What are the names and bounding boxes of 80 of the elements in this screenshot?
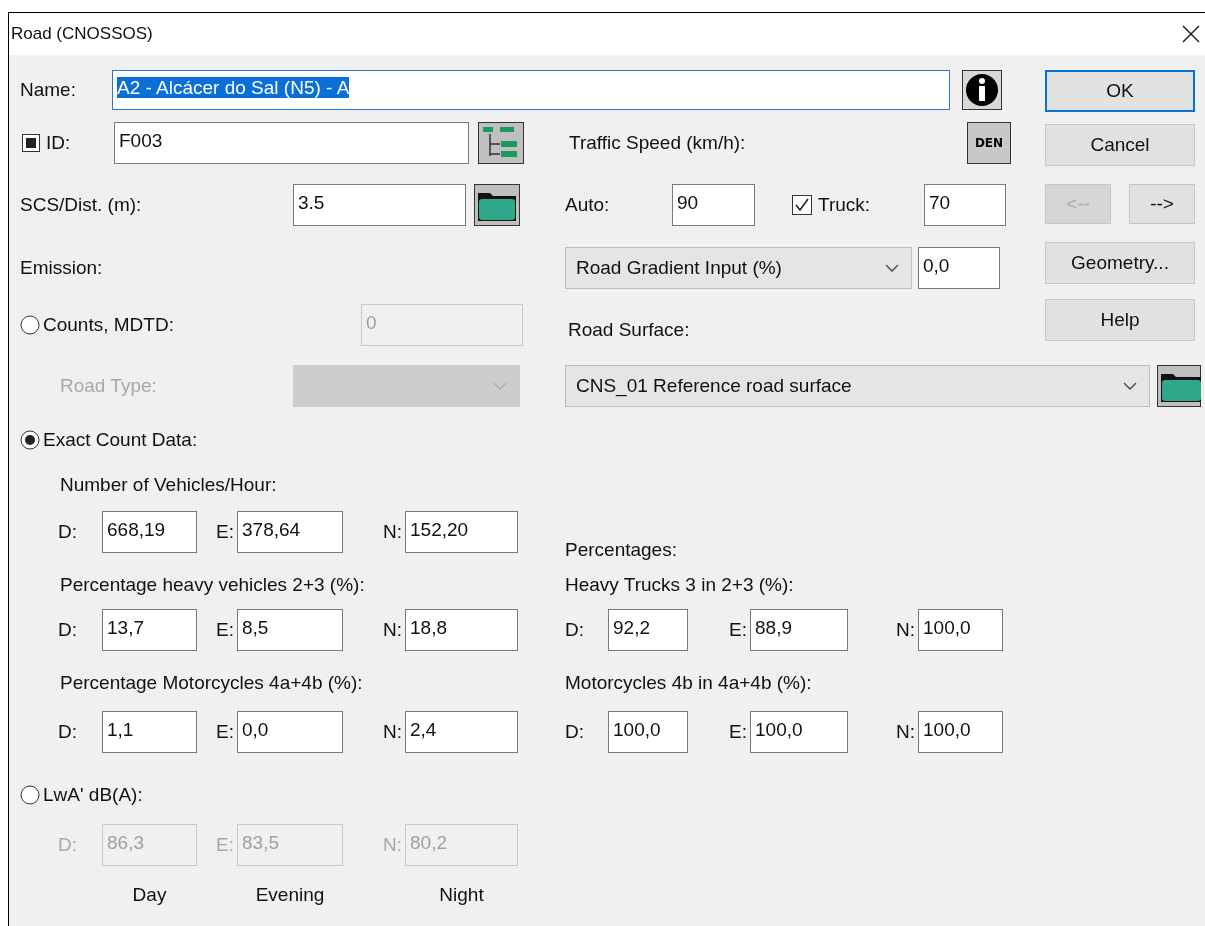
period-label: N: [382,834,403,856]
period-label: E: [215,619,235,641]
traffic-speed-label: Traffic Speed (km/h): [569,132,747,154]
caret-icon [885,264,899,272]
truck-speed-field[interactable]: 70 [924,184,1006,226]
heavy-trucks-field[interactable]: 92,2 [608,609,688,651]
caret-icon [493,382,507,390]
road-gradient-dropdown[interactable]: Road Gradient Input (%) [565,247,912,289]
section-label: Percentage heavy vehicles 2+3 (%): [59,574,366,596]
exact-count-radio[interactable] [20,430,40,450]
truck-checkbox[interactable] [792,195,812,215]
period-caption: Day [131,884,168,906]
period-label: D: [58,521,78,543]
vehicles-field[interactable]: 668,19 [102,511,197,553]
percentages-label: Percentages: [565,539,677,561]
motorcycles-4b-field[interactable]: 100,0 [918,711,1003,753]
den-button[interactable]: DEN [967,122,1011,164]
heavy-vehicles-field[interactable]: 8,5 [237,609,343,651]
lwa-label: LwA' dB(A): [43,784,143,806]
info-icon[interactable] [962,70,1002,110]
dialog-button[interactable]: Help [1045,299,1195,341]
window-title: Road (CNOSSOS) [11,24,153,44]
id-field[interactable]: F003 [114,122,469,164]
id-checkbox[interactable] [22,134,40,152]
period-caption: Night [438,884,485,906]
period-label: D: [58,619,78,641]
tree-list-icon[interactable] [478,122,524,164]
period-label: N: [895,721,916,743]
road-surface-label: Road Surface: [568,319,690,341]
period-caption: Evening [254,884,326,906]
period-label: D: [58,834,78,856]
period-label: E: [728,619,748,641]
name-field[interactable]: A2 - Alcácer do Sal (N5) - A [112,70,950,110]
period-label: D: [58,721,78,743]
scs-dist-label: SCS/Dist. (m): [20,194,143,216]
nav-button[interactable]: --> [1129,184,1195,224]
name-label: Name: [20,79,77,101]
period-label: E: [215,834,235,856]
motorcycles-4b-field[interactable]: 100,0 [750,711,848,753]
period-label: N: [382,721,403,743]
period-label: E: [215,721,235,743]
section-label: Percentage Motorcycles 4a+4b (%): [59,672,364,694]
period-label: E: [215,521,235,543]
dialog-button[interactable]: Geometry... [1045,242,1195,284]
period-label: D: [565,721,585,743]
dialog-button[interactable]: Cancel [1045,124,1195,166]
close-icon[interactable] [1181,24,1201,44]
auto-speed-field[interactable]: 90 [672,184,755,226]
period-label: N: [382,619,403,641]
road-surface-dropdown[interactable]: CNS_01 Reference road surface [565,365,1150,407]
dialog-button[interactable]: OK [1045,70,1195,112]
heavy-trucks-field[interactable]: 88,9 [750,609,848,651]
vehicles-field[interactable]: 378,64 [237,511,343,553]
heavy-vehicles-field[interactable]: 18,8 [405,609,518,651]
motorcycles-4b-field[interactable]: 100,0 [608,711,688,753]
section-label: Motorcycles 4b in 4a+4b (%): [565,672,812,694]
motorcycles-field[interactable]: 0,0 [237,711,343,753]
heavy-vehicles-field[interactable]: 13,7 [102,609,197,651]
period-label: N: [895,619,916,641]
auto-label: Auto: [565,194,611,216]
road-gradient-field[interactable]: 0,0 [918,247,1000,289]
section-label: Number of Vehicles/Hour: [59,474,277,496]
counts-label: Counts, MDTD: [43,314,175,336]
truck-label: Truck: [817,194,872,216]
period-label: E: [728,721,748,743]
folder-icon[interactable] [474,184,520,226]
caret-icon [1123,382,1137,390]
section-label: Heavy Trucks 3 in 2+3 (%): [565,574,794,596]
heavy-trucks-field[interactable]: 100,0 [918,609,1003,651]
motorcycles-field[interactable]: 2,4 [405,711,518,753]
period-label: D: [565,619,585,641]
emission-label: Emission: [20,257,104,279]
vehicles-field[interactable]: 152,20 [405,511,518,553]
folder-icon[interactable] [1157,365,1201,407]
id-label: ID: [45,132,72,154]
exact-count-label: Exact Count Data: [43,429,198,451]
motorcycles-field[interactable]: 1,1 [102,711,197,753]
scs-dist-field[interactable]: 3.5 [293,184,466,226]
road-type-label: Road Type: [59,375,158,397]
period-label: N: [382,521,403,543]
